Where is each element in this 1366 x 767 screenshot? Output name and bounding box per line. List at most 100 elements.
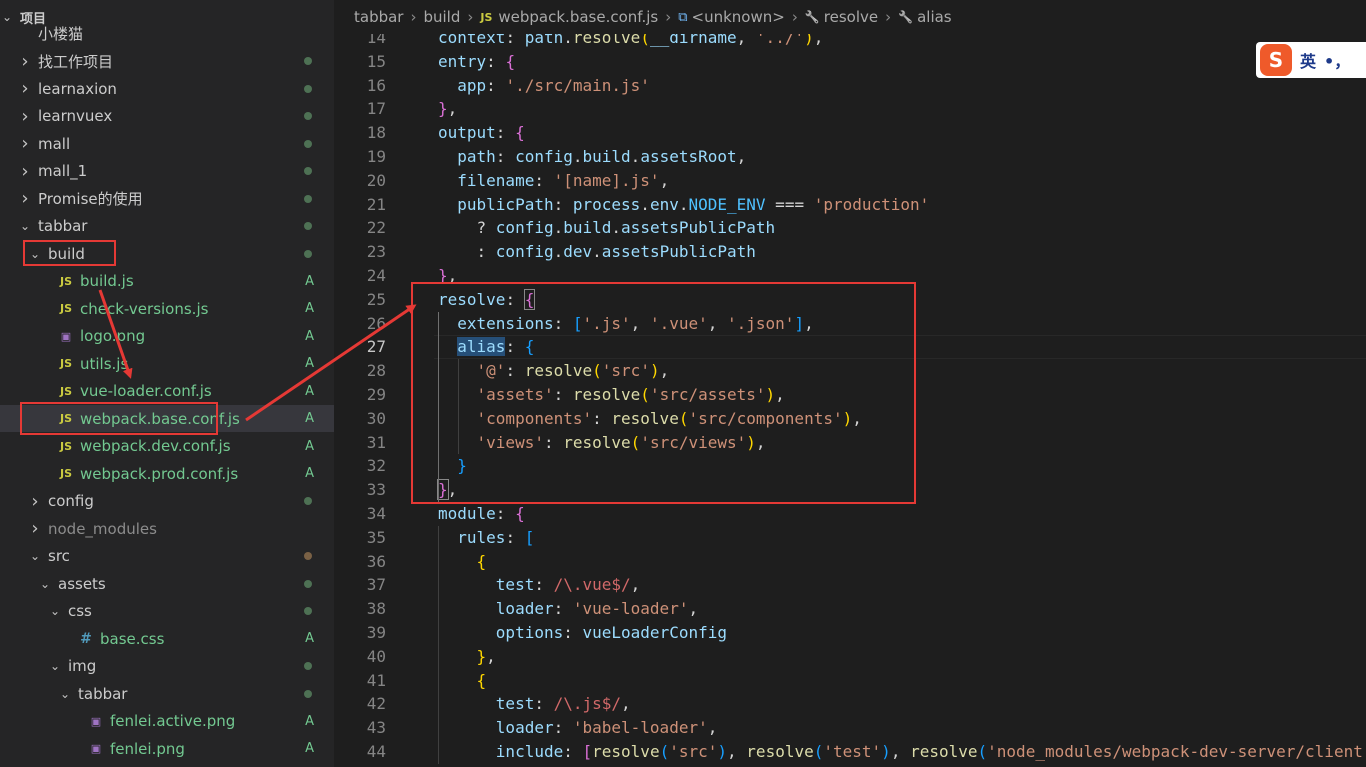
folder-item[interactable]: › node_modules xyxy=(0,515,334,542)
code-text: loader: 'vue-loader', xyxy=(495,599,699,619)
code-line[interactable]: 14 context: path.resolve(__dirname, '../'… xyxy=(334,34,1366,50)
file-item[interactable]: ›JSwebpack.prod.conf.jsA xyxy=(0,460,334,487)
tree-item-label: mall xyxy=(38,134,71,153)
code-line[interactable]: 26 extensions: ['.js', '.vue', '.json'], xyxy=(334,312,1366,336)
code-line[interactable]: 28 '@': resolve('src'), xyxy=(334,359,1366,383)
ime-mode-label[interactable]: 英 xyxy=(1300,48,1316,72)
folder-item[interactable]: ⌄ tabbar xyxy=(0,213,334,240)
code-line[interactable]: 19 path: config.build.assetsRoot, xyxy=(334,145,1366,169)
git-status-dot xyxy=(304,139,312,148)
folder-item[interactable]: ⌄ src xyxy=(0,543,334,570)
file-item[interactable]: ›JSwebpack.base.conf.jsA xyxy=(0,405,334,432)
line-number: 40 xyxy=(366,646,386,666)
breadcrumb-item[interactable]: <unknown> xyxy=(692,8,785,26)
chevron-right-icon: › xyxy=(665,8,672,26)
folder-item[interactable]: ⌄ assets xyxy=(0,570,334,597)
code-text: options: vueLoaderConfig xyxy=(495,623,727,642)
code-line[interactable]: 35 rules: [ xyxy=(334,526,1366,550)
git-status-dot xyxy=(304,497,312,505)
folder-item[interactable]: › mall_1 xyxy=(0,158,334,185)
git-status-dot xyxy=(304,57,312,65)
code-line[interactable]: 40 }, xyxy=(334,645,1366,669)
js-file-icon: JS xyxy=(59,384,72,398)
line-number: 27 xyxy=(366,337,386,357)
code-line[interactable]: 24}, xyxy=(334,264,1366,288)
tree-item-label: build xyxy=(48,244,85,263)
file-item[interactable]: ›JSbuild.jsA xyxy=(0,268,334,295)
code-line[interactable]: 31 'views': resolve('src/views'), xyxy=(334,431,1366,455)
chevron-right-icon: › xyxy=(31,518,39,539)
breadcrumb-item[interactable]: tabbar xyxy=(354,8,403,26)
breadcrumb-item[interactable]: build xyxy=(423,8,460,26)
file-item[interactable]: ›JSutils.jsA xyxy=(0,350,334,377)
folder-item[interactable]: ⌄ css xyxy=(0,598,334,625)
folder-item[interactable]: ⌄ img xyxy=(0,653,334,680)
tree-item-label: assets xyxy=(58,574,106,593)
tree-item-label: Promise的使用 xyxy=(38,190,143,208)
sogou-logo-icon[interactable]: S xyxy=(1260,44,1292,76)
code-line[interactable]: 20 filename: '[name].js', xyxy=(334,169,1366,193)
code-line[interactable]: 25 resolve: { xyxy=(334,288,1366,312)
ime-toolbar[interactable]: S 英 •， xyxy=(1256,42,1366,78)
code-line[interactable]: 41 { xyxy=(334,669,1366,693)
chevron-right-icon: › xyxy=(21,105,29,127)
indent-guide xyxy=(438,311,439,502)
folder-item[interactable]: › 找工作项目 xyxy=(0,48,334,75)
code-line[interactable]: 15 entry: { xyxy=(334,50,1366,74)
code-editor[interactable]: 14 context: path.resolve(__dirname, '../'… xyxy=(334,34,1366,767)
code-line[interactable]: 38 loader: 'vue-loader', xyxy=(334,597,1366,621)
code-line[interactable]: 17}, xyxy=(334,97,1366,121)
file-item[interactable]: ›▣fenlei.pngA xyxy=(0,735,334,762)
code-line[interactable]: 22 ? config.build.assetsPublicPath xyxy=(334,216,1366,240)
code-line[interactable]: 44 include: [resolve('src'), resolve('te… xyxy=(334,740,1366,764)
code-line[interactable]: 34 module: { xyxy=(334,502,1366,526)
git-added-badge: A xyxy=(305,713,314,729)
folder-item[interactable]: ⌄ build xyxy=(0,240,334,267)
file-item[interactable]: ›▣logo.pngA xyxy=(0,323,334,350)
code-line[interactable]: 21 publicPath: process.env.NODE_ENV === … xyxy=(334,193,1366,217)
folder-item[interactable]: › mall xyxy=(0,130,334,157)
tree-item-label: base.css xyxy=(100,629,165,648)
file-item[interactable]: ›JSwebpack.dev.conf.jsA xyxy=(0,433,334,460)
tree-item-label: css xyxy=(68,602,92,620)
code-line[interactable]: 18 output: { xyxy=(334,121,1366,145)
code-line[interactable]: 37 test: /\.vue$/, xyxy=(334,573,1366,597)
breadcrumb-item[interactable]: webpack.base.conf.js xyxy=(498,8,658,26)
git-added-badge: A xyxy=(305,328,314,344)
code-text: test: /\.vue$/, xyxy=(495,575,641,595)
folder-item[interactable]: ›小楼猫 xyxy=(0,20,334,47)
breadcrumb-item[interactable]: resolve xyxy=(824,8,878,26)
code-text: rules: [ xyxy=(457,527,535,547)
code-line[interactable]: 32 } xyxy=(334,454,1366,478)
code-line[interactable]: 23 : config.dev.assetsPublicPath xyxy=(334,240,1366,264)
file-item[interactable]: ›#base.cssA xyxy=(0,625,334,652)
line-number: 15 xyxy=(366,51,386,71)
chevron-right-icon: › xyxy=(21,133,29,154)
css-file-icon: # xyxy=(80,630,92,647)
breadcrumb-item[interactable]: alias xyxy=(917,8,952,26)
line-number: 35 xyxy=(366,527,386,547)
folder-item[interactable]: › config xyxy=(0,488,334,515)
folder-item[interactable]: › learnvuex xyxy=(0,103,334,130)
chevron-right-icon: › xyxy=(791,8,798,26)
ime-punct-label[interactable]: •， xyxy=(1324,48,1350,72)
git-status-dot xyxy=(304,579,312,588)
tree-item-label: mall_1 xyxy=(38,162,88,180)
code-line[interactable]: 16 app: './src/main.js' xyxy=(334,74,1366,98)
code-line[interactable]: 33}, xyxy=(334,478,1366,502)
folder-item[interactable]: › learnaxion xyxy=(0,75,334,102)
code-line[interactable]: 27 alias: { xyxy=(334,335,1366,360)
code-line[interactable]: 36 { xyxy=(334,550,1366,574)
folder-item[interactable]: › Promise的使用 xyxy=(0,185,334,212)
file-item[interactable]: ›JSvue-loader.conf.jsA xyxy=(0,378,334,405)
code-line[interactable]: 42 test: /\.js$/, xyxy=(334,692,1366,716)
folder-item[interactable]: ⌄ tabbar xyxy=(0,680,334,707)
tree-item-label: learnaxion xyxy=(38,79,117,98)
code-line[interactable]: 43 loader: 'babel-loader', xyxy=(334,716,1366,740)
code-line[interactable]: 29 'assets': resolve('src/assets'), xyxy=(334,383,1366,407)
indent-guide xyxy=(458,359,459,455)
file-item[interactable]: ›▣fenlei.active.pngA xyxy=(0,708,334,735)
file-item[interactable]: ›JScheck-versions.jsA xyxy=(0,295,334,322)
code-line[interactable]: 39 options: vueLoaderConfig xyxy=(334,621,1366,645)
code-line[interactable]: 30 'components': resolve('src/components… xyxy=(334,407,1366,431)
